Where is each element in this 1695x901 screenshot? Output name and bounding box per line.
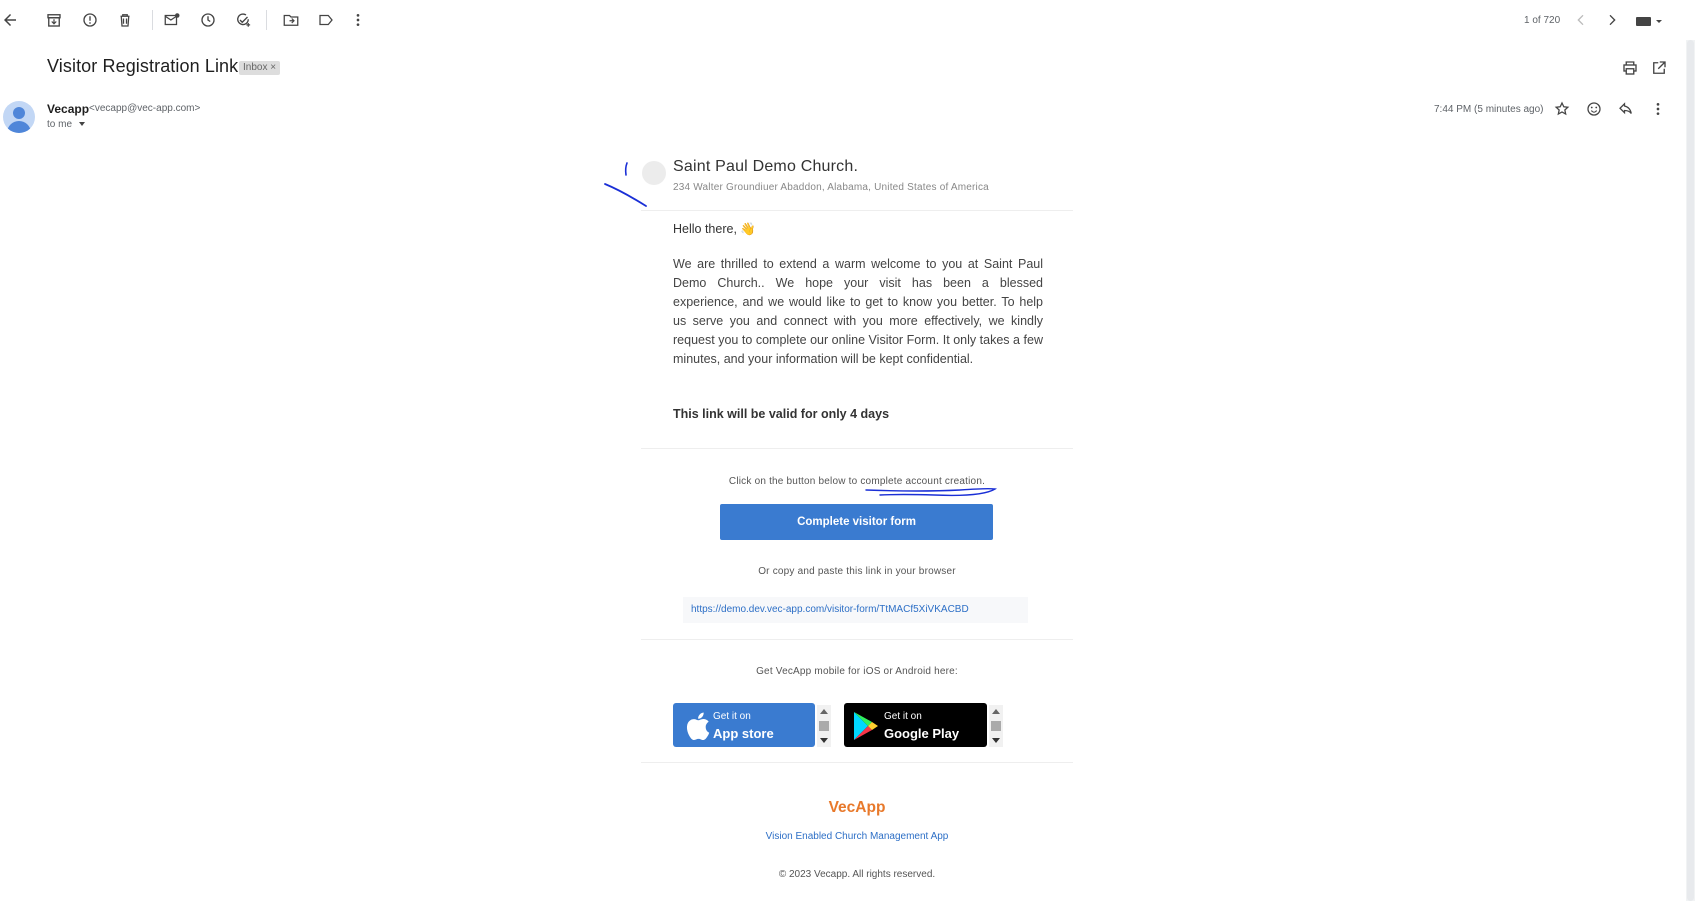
report-spam-icon[interactable]	[80, 10, 100, 30]
keyboard-icon[interactable]	[1634, 11, 1664, 31]
welcome-paragraph: We are thrilled to extend a warm welcome…	[673, 257, 1043, 366]
sender-avatar[interactable]	[3, 101, 35, 133]
move-to-icon[interactable]	[281, 10, 301, 30]
divider	[641, 762, 1073, 763]
print-icon[interactable]	[1620, 58, 1640, 78]
app-store-badge[interactable]: Get it on App store	[673, 703, 815, 747]
divider	[641, 210, 1073, 211]
app-store-title: App store	[713, 726, 774, 741]
sender-name[interactable]: Vecapp	[47, 102, 89, 116]
inbox-label-badge[interactable]: Inbox ×	[239, 61, 281, 75]
older-icon[interactable]	[1604, 10, 1620, 30]
label-icon[interactable]	[316, 10, 336, 30]
visitor-form-link-box: https://demo.dev.vec-app.com/visitor-for…	[683, 597, 1028, 623]
mark-unread-icon[interactable]	[162, 10, 182, 30]
inbox-label-text: Inbox	[243, 62, 268, 73]
visitor-form-link[interactable]: https://demo.dev.vec-app.com/visitor-for…	[691, 604, 969, 615]
link-validity-note: This link will be valid for only 4 days	[673, 407, 890, 421]
pen-annotation-strokes	[604, 162, 647, 207]
archive-icon[interactable]	[44, 10, 64, 30]
add-to-tasks-icon[interactable]	[233, 10, 253, 30]
snooze-icon[interactable]	[198, 10, 218, 30]
message-timestamp: 7:44 PM (5 minutes ago)	[1434, 104, 1544, 115]
brand-tagline[interactable]: Vision Enabled Church Management App	[641, 831, 1073, 842]
vecapp-brand: VecApp	[828, 799, 886, 816]
badge-scrollbar[interactable]	[817, 705, 831, 747]
divider	[641, 448, 1073, 449]
complete-visitor-form-button[interactable]: Complete visitor form	[720, 504, 993, 540]
sender-email: <vecapp@vec-app.com>	[89, 103, 201, 114]
pagination-count: 1 of 720	[1524, 15, 1561, 26]
church-logo	[642, 161, 666, 185]
divider	[641, 639, 1073, 640]
toolbar-separator	[266, 10, 267, 30]
app-store-small-text: Get it on	[713, 711, 751, 722]
email-subject: Visitor Registration Link	[47, 56, 239, 76]
greeting-text: Hello there, 👋	[673, 222, 756, 236]
remove-label-icon[interactable]: ×	[270, 62, 276, 73]
recipient-details-toggle[interactable]: to me	[47, 119, 85, 130]
google-play-badge[interactable]: Get it on Google Play	[844, 703, 987, 747]
open-in-new-window-icon[interactable]	[1649, 58, 1669, 78]
window-scrollbar[interactable]	[1686, 40, 1695, 901]
badge-scrollbar[interactable]	[989, 705, 1003, 747]
google-play-icon	[854, 712, 878, 740]
newer-icon[interactable]	[1573, 10, 1589, 30]
more-icon[interactable]	[350, 10, 366, 30]
google-play-small-text: Get it on	[884, 711, 922, 722]
copyright-notice: © 2023 Vecapp. All rights reserved.	[778, 869, 936, 880]
recipient-text: to me	[47, 119, 73, 130]
google-play-title: Google Play	[884, 726, 960, 741]
pen-underline-annotation	[865, 487, 998, 497]
church-address: 234 Walter Groundiuer Abaddon, Alabama, …	[673, 182, 989, 193]
back-arrow-icon[interactable]	[0, 10, 20, 30]
chevron-down-icon[interactable]	[78, 122, 85, 127]
star-icon[interactable]	[1552, 99, 1572, 119]
mobile-app-prompt: Get VecApp mobile for iOS or Android her…	[756, 666, 958, 677]
toolbar-separator	[152, 10, 153, 30]
scrollbar-thumb[interactable]	[1687, 40, 1694, 901]
apple-icon	[686, 712, 710, 741]
copy-link-instruction: Or copy and paste this link in your brow…	[758, 566, 956, 577]
click-instruction: Click on the button below to complete ac…	[728, 476, 986, 487]
message-more-icon[interactable]	[1650, 99, 1666, 119]
delete-icon[interactable]	[115, 10, 135, 30]
church-name: Saint Paul Demo Church.	[673, 158, 859, 175]
reply-icon[interactable]	[1616, 99, 1636, 119]
emoji-reaction-icon[interactable]	[1584, 99, 1604, 119]
